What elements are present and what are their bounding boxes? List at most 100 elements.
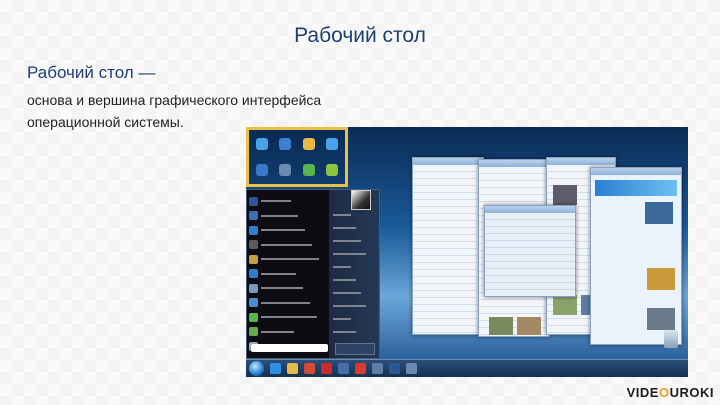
start-menu-item-text (261, 243, 312, 246)
folder-icon (302, 138, 315, 151)
description-line-1: основа и вершина графического интерфейса (27, 92, 322, 108)
app-icon (249, 283, 258, 293)
shutdown-button (335, 343, 375, 355)
pdf-icon (355, 363, 366, 374)
desktop-shortcut (298, 158, 320, 183)
start-menu-item-text (261, 258, 319, 261)
window-titlebar (591, 168, 681, 175)
start-menu-place (333, 260, 377, 273)
image-thumbnail (553, 295, 577, 315)
app-icon (249, 269, 258, 279)
computer-icon (256, 138, 269, 151)
app-icon (279, 163, 292, 176)
start-menu-place (333, 312, 377, 325)
media-icon (304, 363, 315, 374)
start-search-input (251, 344, 328, 352)
start-menu-place-text (333, 330, 356, 333)
explorer-window-1 (412, 157, 484, 335)
app-icon (249, 240, 258, 250)
start-menu-place (333, 247, 377, 260)
image-thumbnail (647, 308, 675, 330)
start-menu-item (249, 223, 329, 238)
start-menu-item (249, 310, 329, 325)
desktop-icons-highlight (246, 127, 348, 187)
start-menu-place-text (333, 304, 366, 307)
app-icon (249, 298, 258, 308)
ie-icon (270, 363, 281, 374)
browser-window (590, 167, 682, 345)
windows-desktop-screenshot (246, 127, 688, 377)
brand-text-part1: VIDE (626, 385, 659, 400)
brand-text-part2: O (658, 385, 670, 400)
start-menu-places (333, 208, 377, 338)
start-menu-place (333, 208, 377, 221)
window-titlebar (413, 158, 483, 165)
desktop-shortcut (274, 158, 296, 183)
desktop-shortcut (251, 158, 273, 183)
app-icon (249, 327, 258, 337)
taskbar (246, 359, 688, 377)
paint-icon (249, 254, 258, 264)
start-menu-place (333, 286, 377, 299)
start-menu-programs (249, 194, 329, 354)
start-menu-item (249, 296, 329, 311)
image-thumbnail (489, 317, 513, 335)
start-menu-item-text (261, 272, 296, 275)
globe-icon (302, 163, 315, 176)
start-menu-place-text (333, 226, 356, 229)
app-icon (338, 363, 349, 374)
start-menu-item (249, 281, 329, 296)
start-menu-item-text (261, 301, 310, 304)
recycle-bin-icon (664, 330, 678, 348)
image-thumbnail (647, 268, 675, 290)
slide-title: Рабочий стол (294, 24, 426, 47)
description-line-2: операционной системы. (27, 114, 184, 130)
folder-icon (287, 363, 298, 374)
start-menu-place-text (333, 278, 356, 281)
desktop-shortcut (321, 158, 343, 183)
start-menu-place (333, 325, 377, 338)
desktop-shortcut (274, 132, 296, 157)
brand-logo: VIDEOUROKI (627, 385, 714, 400)
start-menu-place (333, 221, 377, 234)
section-heading: Рабочий стол — (27, 63, 156, 82)
start-menu-item-text (261, 200, 291, 203)
start-menu-item (249, 267, 329, 282)
app-icon (372, 363, 383, 374)
word-icon (249, 196, 258, 206)
notes-icon (325, 163, 338, 176)
app-icon (249, 211, 258, 221)
window-content (485, 213, 575, 296)
window-titlebar (547, 158, 615, 165)
image-thumbnail (645, 202, 673, 224)
start-menu-place (333, 299, 377, 312)
window-content (413, 165, 483, 334)
start-button-icon (249, 361, 264, 376)
start-menu (246, 189, 380, 359)
start-menu-item (249, 325, 329, 340)
image-thumbnail (553, 185, 577, 205)
dialog-window (484, 205, 576, 297)
network-icon (279, 138, 292, 151)
brand-text-part3: UROKI (669, 385, 714, 400)
window-titlebar (479, 160, 549, 167)
start-menu-item-text (261, 287, 303, 290)
desktop-shortcut (321, 132, 343, 157)
start-menu-item-text (261, 229, 305, 232)
image-thumbnail (517, 317, 541, 335)
start-menu-place-text (333, 239, 361, 242)
start-menu-item-text (261, 214, 298, 217)
start-menu-place-text (333, 317, 351, 320)
start-menu-place-text (333, 252, 366, 255)
start-menu-item (249, 252, 329, 267)
desktop-shortcut (251, 132, 273, 157)
media-icon (256, 163, 269, 176)
start-menu-place (333, 273, 377, 286)
browser-banner (595, 180, 677, 196)
window-titlebar (485, 206, 575, 213)
start-menu-place-text (333, 213, 351, 216)
start-menu-item (249, 238, 329, 253)
start-menu-place-text (333, 265, 351, 268)
word-icon (389, 363, 400, 374)
app-icon (249, 312, 258, 322)
